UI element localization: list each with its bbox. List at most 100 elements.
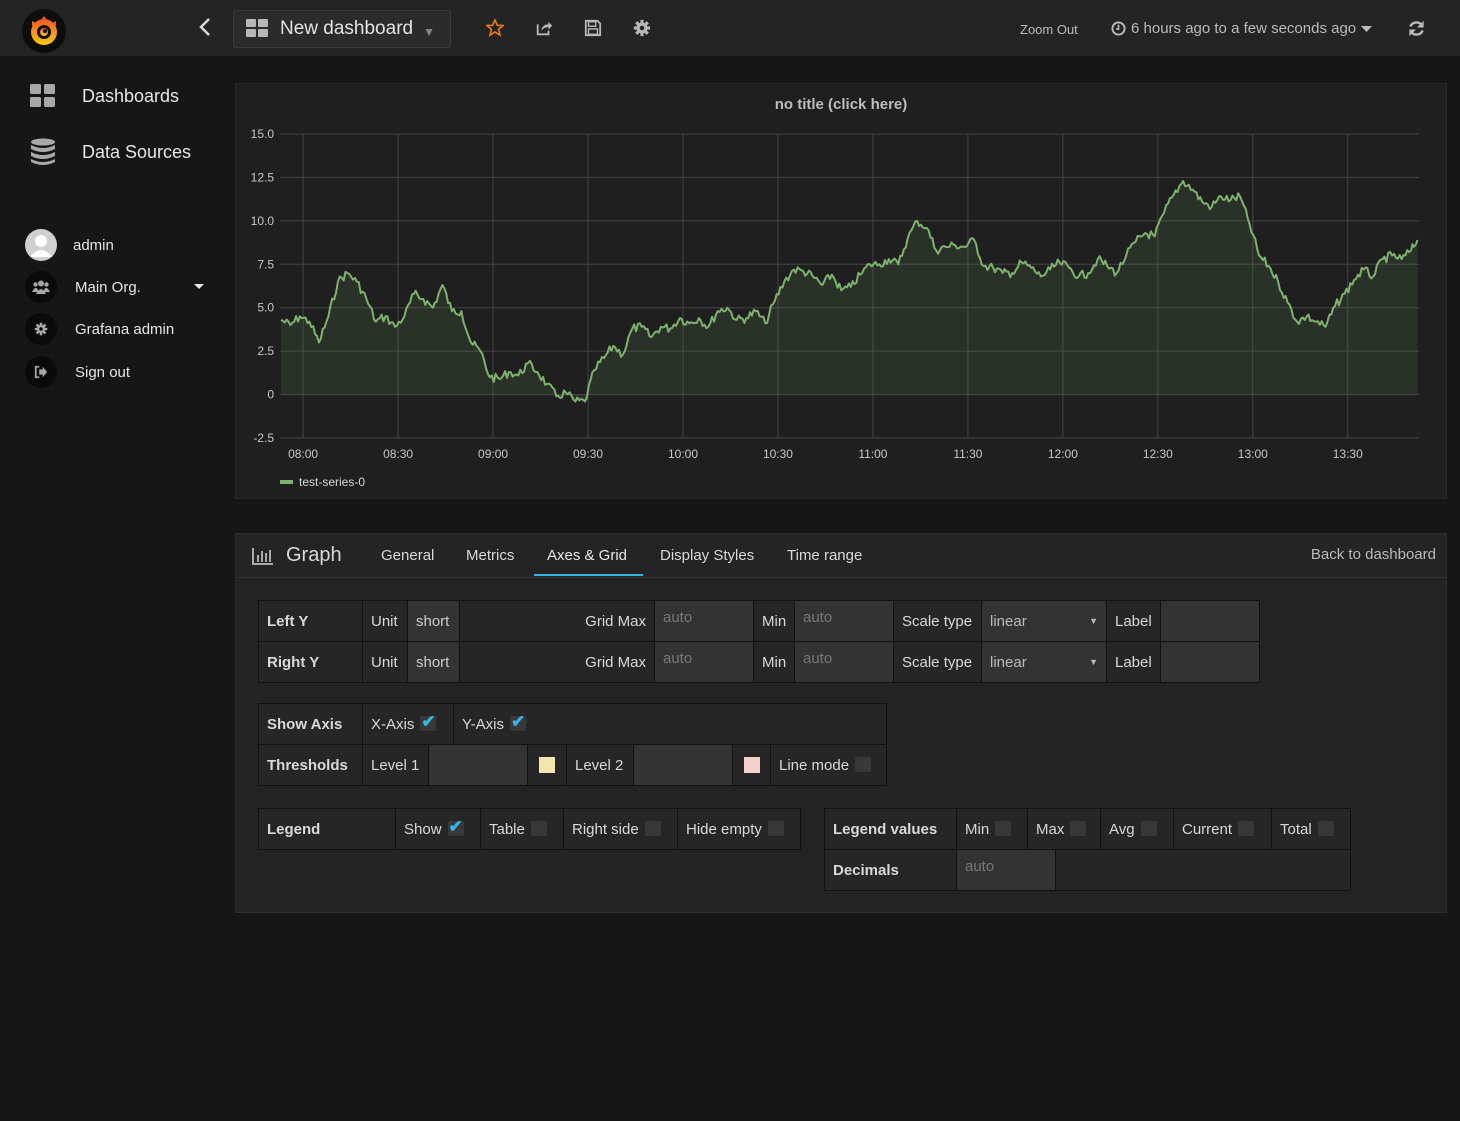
legend-max-toggle[interactable]: Max (1028, 809, 1101, 849)
legend-avg-toggle[interactable]: Avg (1101, 809, 1174, 849)
legend-total-checkbox[interactable] (1317, 821, 1334, 837)
sidebar-sign-out[interactable]: Sign out (25, 356, 130, 388)
legend-table-toggle[interactable]: Table (481, 809, 564, 849)
gear-icon (34, 322, 48, 336)
legend-item[interactable]: test-series-0 (280, 475, 365, 489)
x-tick-label: 08:30 (383, 447, 413, 461)
x-tick-label: 09:00 (478, 447, 508, 461)
sidebar-item-dashboards[interactable]: Dashboards (30, 84, 179, 108)
time-picker[interactable]: 6 hours ago to a few seconds ago (1111, 20, 1373, 37)
left-y-unit-picker[interactable]: short (408, 601, 460, 641)
line-mode-checkbox[interactable] (855, 757, 872, 773)
avatar (25, 229, 57, 261)
legend-show-toggle[interactable]: Show (396, 809, 481, 849)
dashboard-search-button[interactable]: New dashboard ▼ (233, 10, 451, 48)
legend-right-side-toggle[interactable]: Right side (564, 809, 678, 849)
legend-min-checkbox[interactable] (995, 821, 1012, 837)
legend-show-checkbox[interactable] (447, 817, 464, 837)
star-button[interactable] (485, 18, 505, 38)
time-range-label: 6 hours ago to a few seconds ago (1131, 20, 1357, 37)
right-y-grid-max-input[interactable]: auto (655, 642, 754, 682)
x-tick-label: 12:30 (1143, 447, 1173, 461)
scale-value: linear (990, 612, 1027, 630)
zoom-out-button[interactable]: Zoom Out (1020, 22, 1078, 37)
settings-button[interactable] (632, 18, 652, 38)
hide-empty-label: Hide empty (686, 820, 762, 838)
thresholds-row: Thresholds Level 1 Level 2 Line mode (259, 745, 886, 785)
legend-total-toggle[interactable]: Total (1272, 809, 1342, 849)
sidebar-item-data-sources[interactable]: Data Sources (30, 138, 191, 166)
unit-label: Unit (363, 642, 408, 682)
right-y-min-input[interactable]: auto (795, 642, 894, 682)
sidebar-item-label: Dashboards (82, 85, 180, 106)
sidebar-grafana-admin[interactable]: Grafana admin (25, 313, 174, 345)
tab-display-styles[interactable]: Display Styles (660, 547, 754, 564)
left-y-min-input[interactable]: auto (795, 601, 894, 641)
star-icon (486, 19, 504, 37)
legend-hide-empty-checkbox[interactable] (767, 821, 784, 837)
y-axis-checkbox[interactable] (509, 712, 526, 732)
show-axis-title: Show Axis (259, 704, 363, 744)
x-axis-checkbox[interactable] (420, 712, 437, 732)
left-y-title: Left Y (259, 601, 363, 641)
level1-color-picker[interactable] (539, 757, 555, 773)
legend-min-toggle[interactable]: Min (957, 809, 1028, 849)
legend-right-side-checkbox[interactable] (644, 821, 661, 837)
right-y-label-input[interactable] (1161, 642, 1259, 682)
y-tick-label: 15.0 (251, 127, 275, 141)
level2-color-picker[interactable] (743, 757, 760, 773)
line-mode-toggle[interactable]: Line mode (771, 745, 879, 785)
left-y-grid-max-input[interactable]: auto (655, 601, 754, 641)
sidebar-user-admin[interactable]: admin (25, 229, 114, 261)
save-button[interactable] (583, 18, 603, 38)
y-tick-label: 12.5 (251, 170, 275, 184)
label-label: Label (1107, 642, 1161, 682)
level1-input[interactable] (429, 745, 528, 785)
decimals-row: Decimals auto (825, 850, 1350, 890)
axis-threshold-settings: Show Axis X-Axis Y-Axis Thresholds Level… (258, 703, 887, 786)
legend-title: Legend (259, 809, 396, 849)
legend-current-checkbox[interactable] (1238, 821, 1255, 837)
tab-general[interactable]: General (381, 547, 434, 564)
tab-axes-grid[interactable]: Axes & Grid (547, 547, 627, 564)
chevron-left-icon (199, 18, 210, 36)
decimals-input[interactable]: auto (957, 850, 1056, 890)
tab-time-range[interactable]: Time range (787, 547, 862, 564)
legend-color-swatch[interactable] (280, 480, 293, 484)
left-y-label-input[interactable] (1161, 601, 1259, 641)
share-button[interactable] (534, 18, 554, 38)
legend-avg-checkbox[interactable] (1140, 821, 1157, 837)
legend-table-checkbox[interactable] (530, 821, 547, 837)
collapse-sidebar-button[interactable] (198, 16, 212, 44)
legend-max-checkbox[interactable] (1070, 821, 1087, 837)
back-to-dashboard-link[interactable]: Back to dashboard (1311, 546, 1436, 563)
signout-icon-wrap (25, 356, 57, 388)
grafana-logo[interactable] (22, 9, 66, 53)
right-y-unit-picker[interactable]: short (408, 642, 460, 682)
min-label: Min (754, 601, 795, 641)
right-y-scale-select[interactable]: linear ▼ (982, 642, 1107, 682)
refresh-button[interactable] (1407, 19, 1426, 43)
tab-metrics[interactable]: Metrics (466, 547, 514, 564)
scale-type-label: Scale type (894, 642, 982, 682)
sidebar-org-switcher[interactable]: Main Org. (25, 271, 204, 303)
grafana-logo-icon (31, 16, 57, 45)
clock-icon (1111, 21, 1126, 36)
right-y-row: Right Y Unit short Grid Max auto Min aut… (259, 642, 1259, 682)
panel-type: Graph (252, 544, 342, 567)
x-tick-label: 11:00 (858, 447, 887, 461)
level2-input[interactable] (634, 745, 733, 785)
y-axis-toggle[interactable]: Y-Axis (454, 704, 534, 744)
legend-current-toggle[interactable]: Current (1174, 809, 1272, 849)
x-tick-label: 11:30 (953, 447, 982, 461)
y-tick-label: 2.5 (257, 344, 274, 358)
total-label: Total (1280, 820, 1312, 838)
graph-chart[interactable]: 15.0 12.5 10.0 7.5 5.0 2.5 0 -2.5 08:00 08:30 09:0… (236, 84, 1448, 500)
user-icon (30, 235, 52, 257)
x-tick-label: 08:00 (288, 447, 318, 461)
left-y-scale-select[interactable]: linear ▼ (982, 601, 1107, 641)
x-axis-toggle[interactable]: X-Axis (363, 704, 454, 744)
legend-settings: Legend Show Table Right side Hide empty (258, 808, 801, 850)
legend-hide-empty-toggle[interactable]: Hide empty (678, 809, 800, 849)
graph-panel: no title (click here) 15.0 12.5 10.0 7.5 5.0… (235, 83, 1447, 499)
